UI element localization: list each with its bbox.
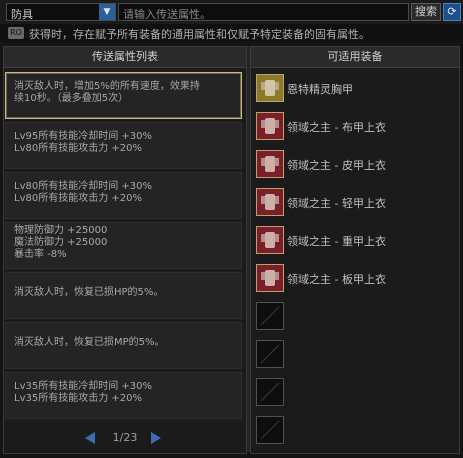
equipment-item[interactable] [253,300,458,336]
equipment-name: 领域之主 - 皮甲上衣 [287,159,386,172]
equipment-item[interactable]: 恩特精灵胸甲 [253,72,458,108]
equipment-item[interactable]: 领域之主 - 轻甲上衣 [253,186,458,222]
armor-glyph-icon [261,80,279,96]
attribute-option-line: Lv80所有技能冷却时间 +30% [14,181,152,192]
attribute-option-line: Lv95所有技能冷却时间 +30% [14,131,152,142]
attribute-option[interactable]: Lv95所有技能冷却时间 +30% Lv80所有技能攻击力 +20% [5,122,242,169]
attribute-option-line: 消灭敌人时，恢复已损HP的5%。 [14,287,164,298]
search-button[interactable]: 搜索 [411,3,441,21]
attribute-option-line: 暴击率 -8% [14,249,67,260]
chevron-down-icon[interactable]: ▼ [99,4,115,20]
attribute-option-line: Lv35所有技能冷却时间 +30% [14,381,152,392]
info-icon: RO [8,27,24,39]
category-select[interactable]: 防具 ▼ [6,3,116,21]
equipment-item[interactable] [253,338,458,374]
page-indicator: 1/23 [112,431,138,444]
equipment-item[interactable] [253,376,458,412]
notice-bar: RO 获得时，存在赋予所有装备的通用属性和仅赋予特定装备的固有属性。 [0,24,463,42]
attribute-option-line: 魔法防御力 +25000 [14,237,108,248]
armor-glyph-icon [261,118,279,134]
search-input[interactable]: 请输入传送属性。 [118,3,409,21]
empty-slot-icon [256,416,284,444]
attribute-option-line: 消灭敌人时，增加5%的所有速度，效果持 [14,81,200,92]
attribute-list-title: 传送属性列表 [4,47,246,68]
armor-glyph-icon [261,232,279,248]
refresh-icon[interactable]: ⟳ [443,3,461,21]
equipment-item[interactable] [253,414,458,450]
equipment-title: 可适用装备 [251,47,459,68]
equipment-item[interactable]: 领域之主 - 板甲上衣 [253,262,458,298]
armor-glyph-icon [261,194,279,210]
armor-icon [256,264,284,292]
slash-icon [260,382,280,402]
armor-icon [256,74,284,102]
attribute-option-line: Lv80所有技能攻击力 +20% [14,143,142,154]
attribute-option[interactable]: 消灭敌人时，恢复已损HP的5%。 [5,272,242,319]
equipment-name: 领域之主 - 重甲上衣 [287,235,386,248]
attribute-option-line: Lv80所有技能攻击力 +20% [14,193,142,204]
prev-page-icon[interactable] [85,432,95,444]
armor-icon [256,150,284,178]
equipment-name: 领域之主 - 板甲上衣 [287,273,386,286]
attribute-option-line: 消灭敌人时，恢复已损MP的5%。 [14,337,165,348]
equipment-name: 领域之主 - 布甲上衣 [287,121,386,134]
attribute-option[interactable]: 物理防御力 +25000 魔法防御力 +25000 暴击率 -8% [5,222,242,269]
armor-glyph-icon [261,156,279,172]
equipment-name: 领域之主 - 轻甲上衣 [287,197,386,210]
armor-icon [256,188,284,216]
slash-icon [260,344,280,364]
attribute-option-line: 续10秒。（最多叠加5次） [14,93,129,104]
equipment-name: 恩特精灵胸甲 [287,83,353,96]
equipment-item[interactable]: 领域之主 - 重甲上衣 [253,224,458,260]
top-toolbar: 防具 ▼ 请输入传送属性。 搜索 ⟳ [0,0,463,24]
category-select-value: 防具 [11,8,33,21]
equipment-item[interactable]: 领域之主 - 皮甲上衣 [253,148,458,184]
armor-icon [256,112,284,140]
attribute-option[interactable]: Lv80所有技能冷却时间 +30% Lv80所有技能攻击力 +20% [5,172,242,219]
next-page-icon[interactable] [151,432,161,444]
empty-slot-icon [256,378,284,406]
equipment-item[interactable]: 领域之主 - 布甲上衣 [253,110,458,146]
attribute-option[interactable]: Lv35所有技能冷却时间 +30% Lv35所有技能攻击力 +20% [5,372,242,419]
slash-icon [260,420,280,440]
armor-icon [256,226,284,254]
armor-glyph-icon [261,270,279,286]
attribute-option[interactable]: 消灭敌人时，恢复已损MP的5%。 [5,322,242,369]
slash-icon [260,306,280,326]
attribute-option-line: 物理防御力 +25000 [14,225,108,236]
attribute-option-line: Lv35所有技能攻击力 +20% [14,393,142,404]
notice-text: 获得时，存在赋予所有装备的通用属性和仅赋予特定装备的固有属性。 [29,28,370,41]
pager: 1/23 [5,430,242,448]
empty-slot-icon [256,340,284,368]
empty-slot-icon [256,302,284,330]
attribute-option[interactable]: 消灭敌人时，增加5%的所有速度，效果持 续10秒。（最多叠加5次） [5,72,242,119]
